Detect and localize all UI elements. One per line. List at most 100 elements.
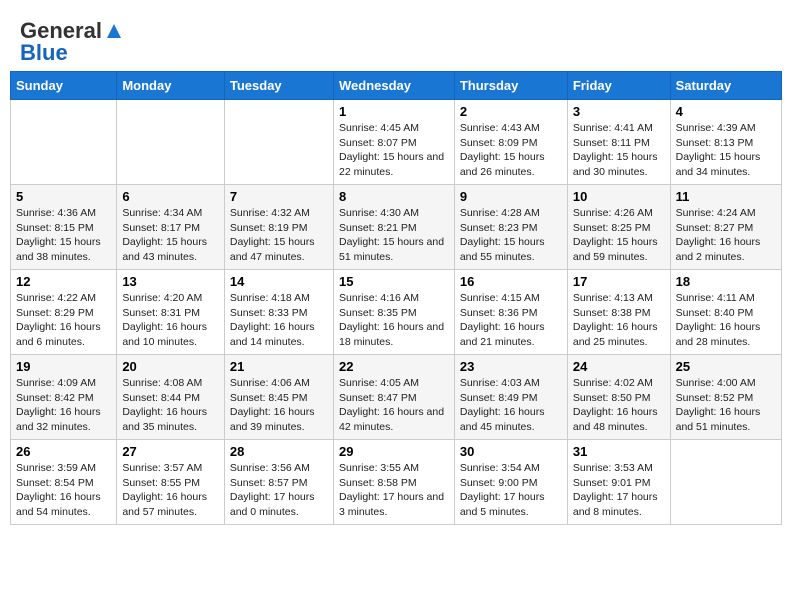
day-info: Sunrise: 4:00 AMSunset: 8:52 PMDaylight:…: [676, 376, 776, 435]
day-header-monday: Monday: [117, 72, 225, 100]
page-header: General Blue: [10, 10, 782, 71]
calendar-cell: [117, 100, 225, 185]
day-number: 1: [339, 104, 449, 119]
calendar-cell: 10 Sunrise: 4:26 AMSunset: 8:25 PMDayligh…: [567, 185, 670, 270]
day-info: Sunrise: 4:28 AMSunset: 8:23 PMDaylight:…: [460, 206, 562, 265]
day-info: Sunrise: 4:18 AMSunset: 8:33 PMDaylight:…: [230, 291, 328, 350]
calendar-cell: 8 Sunrise: 4:30 AMSunset: 8:21 PMDaylight…: [333, 185, 454, 270]
day-number: 20: [122, 359, 219, 374]
calendar-cell: 1 Sunrise: 4:45 AMSunset: 8:07 PMDaylight…: [333, 100, 454, 185]
calendar-cell: 20 Sunrise: 4:08 AMSunset: 8:44 PMDayligh…: [117, 355, 225, 440]
calendar-cell: 15 Sunrise: 4:16 AMSunset: 8:35 PMDayligh…: [333, 270, 454, 355]
calendar-cell: 25 Sunrise: 4:00 AMSunset: 8:52 PMDayligh…: [670, 355, 781, 440]
day-number: 7: [230, 189, 328, 204]
day-info: Sunrise: 4:05 AMSunset: 8:47 PMDaylight:…: [339, 376, 449, 435]
calendar-cell: 29Sunrise: 3:55 AMSunset: 8:58 PMDayligh…: [333, 440, 454, 525]
day-number: 25: [676, 359, 776, 374]
day-number: 6: [122, 189, 219, 204]
calendar-cell: [11, 100, 117, 185]
day-info: Sunrise: 4:32 AMSunset: 8:19 PMDaylight:…: [230, 206, 328, 265]
day-info: Sunrise: 4:08 AMSunset: 8:44 PMDaylight:…: [122, 376, 219, 435]
calendar-cell: 18Sunrise: 4:11 AMSunset: 8:40 PMDayligh…: [670, 270, 781, 355]
day-info: Sunrise: 3:56 AMSunset: 8:57 PMDaylight:…: [230, 461, 328, 520]
day-header-tuesday: Tuesday: [224, 72, 333, 100]
calendar-cell: 11 Sunrise: 4:24 AMSunset: 8:27 PMDayligh…: [670, 185, 781, 270]
day-info: Sunrise: 4:26 AMSunset: 8:25 PMDaylight:…: [573, 206, 665, 265]
day-number: 19: [16, 359, 111, 374]
day-number: 12: [16, 274, 111, 289]
logo: General Blue: [20, 18, 125, 66]
calendar-cell: 6 Sunrise: 4:34 AMSunset: 8:17 PMDaylight…: [117, 185, 225, 270]
day-number: 29: [339, 444, 449, 459]
day-info: Sunrise: 4:06 AMSunset: 8:45 PMDaylight:…: [230, 376, 328, 435]
calendar-header-row: SundayMondayTuesdayWednesdayThursdayFrid…: [11, 72, 782, 100]
day-info: Sunrise: 4:22 AMSunset: 8:29 PMDaylight:…: [16, 291, 111, 350]
day-info: Sunrise: 4:16 AMSunset: 8:35 PMDaylight:…: [339, 291, 449, 350]
day-info: Sunrise: 4:36 AMSunset: 8:15 PMDaylight:…: [16, 206, 111, 265]
day-number: 15: [339, 274, 449, 289]
calendar-table: SundayMondayTuesdayWednesdayThursdayFrid…: [10, 71, 782, 525]
day-info: Sunrise: 4:09 AMSunset: 8:42 PMDaylight:…: [16, 376, 111, 435]
calendar-week-row: 5Sunrise: 4:36 AMSunset: 8:15 PMDaylight…: [11, 185, 782, 270]
calendar-cell: 23 Sunrise: 4:03 AMSunset: 8:49 PMDayligh…: [454, 355, 567, 440]
day-header-sunday: Sunday: [11, 72, 117, 100]
day-number: 22: [339, 359, 449, 374]
day-number: 16: [460, 274, 562, 289]
day-number: 26: [16, 444, 111, 459]
calendar-week-row: 1 Sunrise: 4:45 AMSunset: 8:07 PMDaylight…: [11, 100, 782, 185]
logo-arrow-icon: [103, 20, 125, 42]
calendar-cell: 13Sunrise: 4:20 AMSunset: 8:31 PMDayligh…: [117, 270, 225, 355]
day-info: Sunrise: 4:13 AMSunset: 8:38 PMDaylight:…: [573, 291, 665, 350]
day-header-wednesday: Wednesday: [333, 72, 454, 100]
day-info: Sunrise: 4:41 AMSunset: 8:11 PMDaylight:…: [573, 121, 665, 180]
day-header-friday: Friday: [567, 72, 670, 100]
calendar-cell: 24Sunrise: 4:02 AMSunset: 8:50 PMDayligh…: [567, 355, 670, 440]
calendar-week-row: 19 Sunrise: 4:09 AMSunset: 8:42 PMDayligh…: [11, 355, 782, 440]
day-number: 10: [573, 189, 665, 204]
calendar-cell: 12 Sunrise: 4:22 AMSunset: 8:29 PMDayligh…: [11, 270, 117, 355]
day-number: 30: [460, 444, 562, 459]
calendar-cell: [670, 440, 781, 525]
calendar-cell: 28 Sunrise: 3:56 AMSunset: 8:57 PMDayligh…: [224, 440, 333, 525]
day-number: 17: [573, 274, 665, 289]
day-info: Sunrise: 4:24 AMSunset: 8:27 PMDaylight:…: [676, 206, 776, 265]
day-number: 24: [573, 359, 665, 374]
calendar-cell: 19 Sunrise: 4:09 AMSunset: 8:42 PMDayligh…: [11, 355, 117, 440]
day-info: Sunrise: 4:30 AMSunset: 8:21 PMDaylight:…: [339, 206, 449, 265]
day-number: 18: [676, 274, 776, 289]
calendar-cell: 16 Sunrise: 4:15 AMSunset: 8:36 PMDayligh…: [454, 270, 567, 355]
day-number: 28: [230, 444, 328, 459]
day-info: Sunrise: 4:20 AMSunset: 8:31 PMDaylight:…: [122, 291, 219, 350]
calendar-cell: 9 Sunrise: 4:28 AMSunset: 8:23 PMDaylight…: [454, 185, 567, 270]
day-info: Sunrise: 3:53 AMSunset: 9:01 PMDaylight:…: [573, 461, 665, 520]
day-info: Sunrise: 3:57 AMSunset: 8:55 PMDaylight:…: [122, 461, 219, 520]
day-number: 11: [676, 189, 776, 204]
day-info: Sunrise: 3:59 AMSunset: 8:54 PMDaylight:…: [16, 461, 111, 520]
day-info: Sunrise: 4:45 AMSunset: 8:07 PMDaylight:…: [339, 121, 449, 180]
day-number: 2: [460, 104, 562, 119]
day-number: 21: [230, 359, 328, 374]
day-number: 3: [573, 104, 665, 119]
day-info: Sunrise: 4:34 AMSunset: 8:17 PMDaylight:…: [122, 206, 219, 265]
day-number: 9: [460, 189, 562, 204]
day-info: Sunrise: 4:15 AMSunset: 8:36 PMDaylight:…: [460, 291, 562, 350]
calendar-cell: 14 Sunrise: 4:18 AMSunset: 8:33 PMDayligh…: [224, 270, 333, 355]
calendar-cell: 2Sunrise: 4:43 AMSunset: 8:09 PMDaylight…: [454, 100, 567, 185]
calendar-cell: 7 Sunrise: 4:32 AMSunset: 8:19 PMDaylight…: [224, 185, 333, 270]
day-number: 8: [339, 189, 449, 204]
day-info: Sunrise: 3:54 AMSunset: 9:00 PMDaylight:…: [460, 461, 562, 520]
day-number: 14: [230, 274, 328, 289]
calendar-cell: 31Sunrise: 3:53 AMSunset: 9:01 PMDayligh…: [567, 440, 670, 525]
day-header-saturday: Saturday: [670, 72, 781, 100]
calendar-week-row: 12 Sunrise: 4:22 AMSunset: 8:29 PMDayligh…: [11, 270, 782, 355]
calendar-cell: 4Sunrise: 4:39 AMSunset: 8:13 PMDaylight…: [670, 100, 781, 185]
day-info: Sunrise: 4:03 AMSunset: 8:49 PMDaylight:…: [460, 376, 562, 435]
day-number: 23: [460, 359, 562, 374]
calendar-cell: 21 Sunrise: 4:06 AMSunset: 8:45 PMDayligh…: [224, 355, 333, 440]
calendar-cell: 5Sunrise: 4:36 AMSunset: 8:15 PMDaylight…: [11, 185, 117, 270]
calendar-cell: 3 Sunrise: 4:41 AMSunset: 8:11 PMDaylight…: [567, 100, 670, 185]
calendar-cell: 27Sunrise: 3:57 AMSunset: 8:55 PMDayligh…: [117, 440, 225, 525]
day-number: 4: [676, 104, 776, 119]
calendar-cell: [224, 100, 333, 185]
calendar-cell: 17 Sunrise: 4:13 AMSunset: 8:38 PMDayligh…: [567, 270, 670, 355]
